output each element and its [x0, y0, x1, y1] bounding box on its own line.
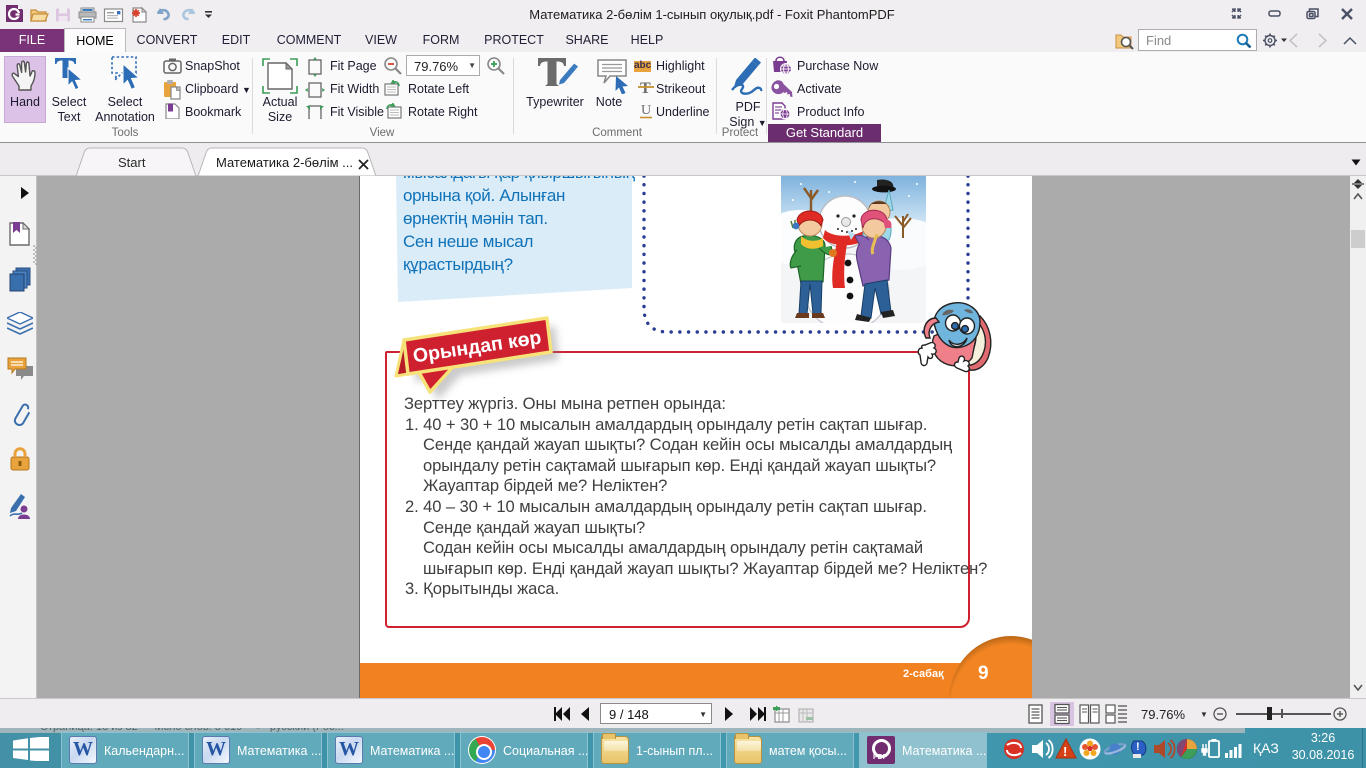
svg-text:!: ! [1063, 744, 1067, 759]
svg-text:U: U [641, 103, 651, 118]
svg-text:!: ! [1136, 741, 1140, 753]
svg-text:Start: Start [118, 155, 146, 170]
svg-text:T: T [640, 80, 651, 97]
svg-text:Математика 2-бөлім ...: Математика 2-бөлім ... [216, 155, 353, 170]
